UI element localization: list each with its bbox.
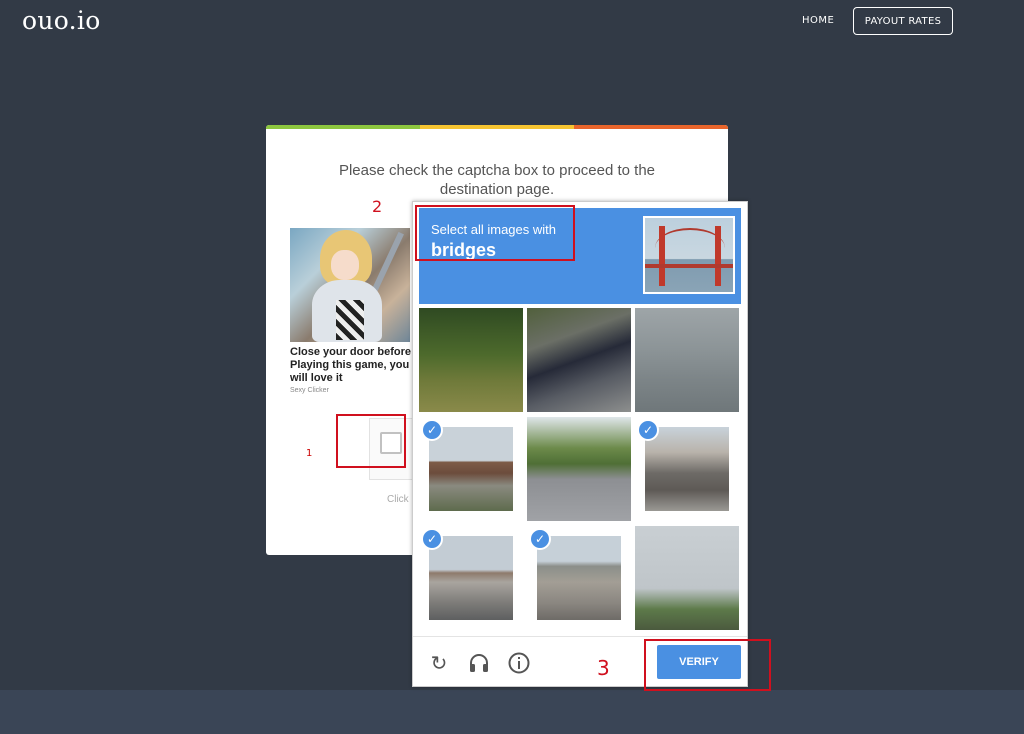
selected-check-icon: ✓	[421, 528, 443, 550]
tile-photo	[429, 536, 513, 620]
image-tile[interactable]	[527, 308, 631, 412]
info-icon-svg	[508, 652, 530, 674]
page-footer-band	[0, 690, 1024, 734]
ref-bridge-tower-right	[715, 226, 721, 286]
ad-image-pattern	[336, 300, 364, 340]
click-hint-text: Click	[387, 494, 409, 505]
card-title: Please check the captcha box to proceed …	[338, 162, 656, 198]
ad-image-face	[331, 250, 359, 280]
tile-photo	[635, 526, 739, 630]
image-tile[interactable]	[635, 308, 739, 412]
annotation-label-3: 3	[597, 656, 610, 680]
annotation-label-2: 2	[372, 197, 383, 216]
ad-caption[interactable]: Close your door before Playing this game…	[290, 346, 415, 385]
image-grid: ✓ ✓ ✓ ✓	[419, 308, 743, 630]
selected-check-icon: ✓	[637, 419, 659, 441]
color-bar-orange	[574, 125, 728, 129]
ref-bridge-tower-left	[659, 226, 665, 286]
captcha-challenge-popup: Select all images with bridges ✓ ✓ ✓ ✓ ↻…	[412, 201, 748, 687]
tile-photo	[537, 536, 621, 620]
ad-image[interactable]	[290, 228, 410, 342]
tile-photo	[645, 427, 729, 511]
tile-photo	[527, 417, 631, 521]
selected-check-icon: ✓	[421, 419, 443, 441]
image-tile-selected[interactable]: ✓	[635, 417, 739, 521]
site-logo[interactable]: ouo.io	[22, 6, 101, 35]
info-icon[interactable]	[507, 651, 531, 675]
headphones-icon-svg	[470, 654, 488, 672]
tile-photo	[419, 308, 523, 412]
nav-payout-rates-button[interactable]: PAYOUT RATES	[853, 7, 953, 35]
ad-block[interactable]: Close your door before Playing this game…	[290, 228, 415, 394]
headphones-icon[interactable]	[467, 651, 491, 675]
annotation-box-1	[336, 414, 406, 468]
card-top-color-bar	[266, 125, 728, 129]
annotation-box-3	[644, 639, 771, 691]
reference-image	[643, 216, 735, 294]
image-tile-selected[interactable]: ✓	[419, 417, 523, 521]
color-bar-green	[266, 125, 420, 129]
color-bar-yellow	[420, 125, 574, 129]
image-tile[interactable]	[635, 526, 739, 630]
tile-photo	[635, 308, 739, 412]
selected-check-icon: ✓	[529, 528, 551, 550]
image-tile[interactable]	[527, 417, 631, 521]
ref-bridge-deck	[645, 264, 733, 268]
tile-photo	[527, 308, 631, 412]
tile-photo	[429, 427, 513, 511]
ad-source: Sexy Clicker	[290, 387, 329, 394]
annotation-box-2	[415, 205, 575, 261]
annotation-label-1: 1	[306, 448, 313, 459]
image-tile-selected[interactable]: ✓	[419, 526, 523, 630]
image-tile-selected[interactable]: ✓	[527, 526, 631, 630]
nav-home-link[interactable]: HOME	[802, 15, 834, 26]
image-tile[interactable]	[419, 308, 523, 412]
reload-icon[interactable]: ↻	[427, 651, 451, 675]
